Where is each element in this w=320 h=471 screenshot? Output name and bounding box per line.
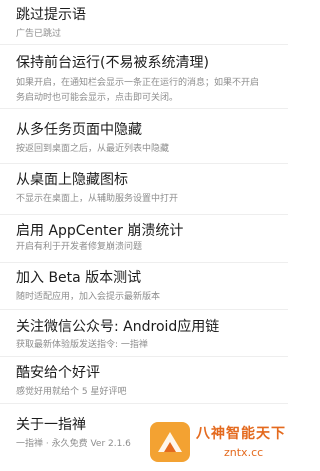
setting-follow-wechat[interactable]: 关注微信公众号: Android应用链 获取最新体验版发送指令: 一指禅 xyxy=(0,310,288,358)
setting-subtitle: 随时适配应用，加入会提示最新版本 xyxy=(16,292,161,302)
setting-subtitle: 感觉好用就给个 5 星好评吧 xyxy=(16,387,127,397)
setting-title: 从桌面上隐藏图标 xyxy=(16,172,128,188)
setting-subtitle: 一指禅 · 永久免费 Ver 2.1.6 xyxy=(16,439,131,449)
setting-title: 关注微信公众号: Android应用链 xyxy=(16,319,220,335)
setting-title: 跳过提示语 xyxy=(16,7,86,23)
setting-beta-test[interactable]: 加入 Beta 版本测试 随时适配应用，加入会提示最新版本 xyxy=(0,263,288,311)
setting-title: 保持前台运行(不易被系统清理) xyxy=(16,55,209,71)
watermark-url: zntx.cc xyxy=(224,446,264,459)
watermark: 八神智能天下 zntx.cc xyxy=(144,416,286,470)
setting-subtitle: 按返回到桌面之后，从最近列表中隐藏 xyxy=(16,144,170,154)
setting-skip-prompt[interactable]: 跳过提示语 广告已跳过 xyxy=(0,0,288,44)
setting-appcenter-crash[interactable]: 启用 AppCenter 崩溃统计 开启有利于开发者修复崩溃问题 xyxy=(0,215,288,265)
setting-rate-coolapk[interactable]: 酷安给个好评 感觉好用就给个 5 星好评吧 xyxy=(0,357,288,403)
setting-subtitle: 如果开启，在通知栏会显示一条正在运行的消息；如果不开启 xyxy=(16,78,260,88)
setting-title: 酷安给个好评 xyxy=(16,365,100,381)
setting-title: 关于一指禅 xyxy=(16,417,86,433)
watermark-logo-icon xyxy=(146,418,194,466)
setting-keep-foreground[interactable]: 保持前台运行(不易被系统清理) 如果开启，在通知栏会显示一条正在运行的消息；如果… xyxy=(0,45,288,107)
setting-subtitle-line2: 务启动时也可能会显示，点击即可关闭。 xyxy=(16,93,179,103)
setting-subtitle: 开启有利于开发者修复崩溃问题 xyxy=(16,242,143,252)
setting-title: 启用 AppCenter 崩溃统计 xyxy=(16,223,184,239)
setting-hide-from-recents[interactable]: 从多任务页面中隐藏 按返回到桌面之后，从最近列表中隐藏 xyxy=(0,109,288,163)
setting-subtitle: 不显示在桌面上，从辅助服务设置中打开 xyxy=(16,194,179,204)
setting-subtitle: 广告已跳过 xyxy=(16,29,62,39)
watermark-text: 八神智能天下 xyxy=(196,426,286,442)
setting-hide-launcher-icon[interactable]: 从桌面上隐藏图标 不显示在桌面上，从辅助服务设置中打开 xyxy=(0,164,288,214)
setting-title: 从多任务页面中隐藏 xyxy=(16,122,142,138)
setting-subtitle: 获取最新体验版发送指令: 一指禅 xyxy=(16,340,148,350)
setting-title: 加入 Beta 版本测试 xyxy=(16,270,142,286)
